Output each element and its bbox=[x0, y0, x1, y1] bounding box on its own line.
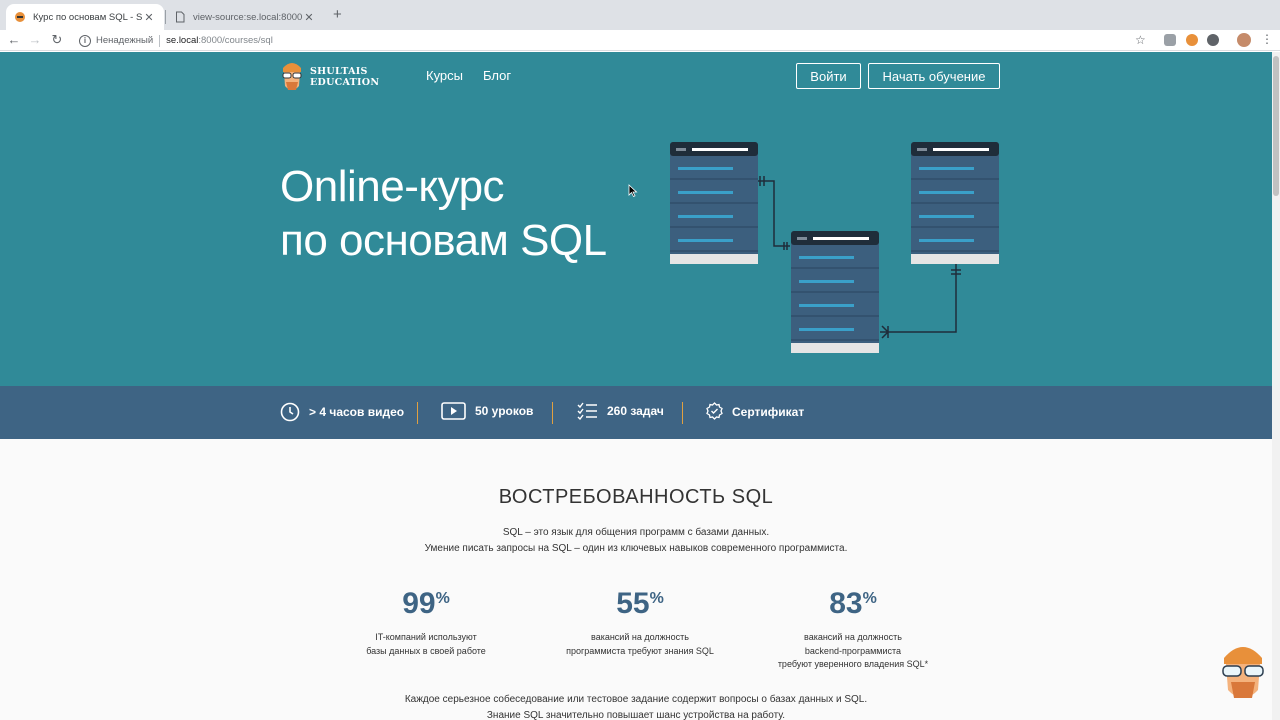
security-label: Ненадежный bbox=[96, 35, 154, 46]
chat-mascot-icon[interactable] bbox=[1218, 640, 1268, 708]
mouse-cursor-icon bbox=[628, 184, 638, 198]
section-description-line-1: SQL – это язык для общения программ с ба… bbox=[502, 527, 770, 538]
cookie-extension-icon[interactable] bbox=[1186, 34, 1198, 46]
stat-lessons: 50 уроков bbox=[441, 402, 533, 420]
sql-demand-section: ВОСТРЕБОВАННОСТЬ SQL SQL – это язык для … bbox=[0, 439, 1272, 720]
tab-title: Курс по основам SQL - Shultais Education bbox=[33, 11, 142, 23]
forward-icon[interactable]: → bbox=[27, 32, 43, 48]
stat-label: > 4 часов видео bbox=[309, 405, 405, 419]
figure-value: 99 bbox=[402, 587, 436, 620]
profile-avatar[interactable] bbox=[1237, 33, 1251, 47]
stat-figure-1: 99% bbox=[326, 587, 526, 621]
stat-divider bbox=[552, 402, 553, 424]
tab-view-source[interactable]: view-source:se.local:8000/courses/sql ✕ bbox=[166, 4, 324, 30]
close-tab-icon[interactable]: ✕ bbox=[142, 11, 156, 24]
scrollbar-thumb[interactable] bbox=[1273, 56, 1279, 196]
url-host: se.local bbox=[166, 35, 199, 46]
stat-divider bbox=[417, 402, 418, 424]
stat-figure-2-caption: вакансий на должность программиста требу… bbox=[530, 631, 750, 658]
db-table-2 bbox=[791, 231, 879, 353]
section-footer-text: Каждое серьезное собеседование или тесто… bbox=[0, 692, 1272, 720]
db-table-3 bbox=[911, 142, 999, 264]
caption-line: требуют уверенного владения SQL* bbox=[777, 659, 929, 669]
mascot-logo-icon bbox=[282, 63, 302, 90]
new-tab-icon[interactable]: + bbox=[333, 7, 342, 22]
caption-line: базы данных в своей работе bbox=[366, 645, 486, 656]
stat-label: 50 уроков bbox=[475, 404, 534, 418]
page-viewport: SHULTAIS EDUCATION Курсы Блог Войти Нача… bbox=[0, 52, 1272, 720]
stat-tasks: 260 задач bbox=[577, 402, 664, 420]
figure-value: 55 bbox=[616, 587, 650, 620]
address-bar[interactable]: i Ненадежный se.local:8000/courses/sql bbox=[70, 31, 1156, 50]
footer-line-2: Знание SQL значительно повышает шанс уст… bbox=[486, 710, 786, 720]
reload-icon[interactable]: ↻ bbox=[49, 32, 65, 48]
figure-unit: % bbox=[862, 590, 877, 607]
logo-text: SHULTAIS EDUCATION bbox=[310, 66, 379, 88]
stat-label: 260 задач bbox=[607, 404, 664, 418]
browser-toolbar: ← → ↻ i Ненадежный se.local:8000/courses… bbox=[0, 30, 1280, 51]
document-icon bbox=[176, 11, 185, 23]
caption-line: программиста требуют знания SQL bbox=[566, 645, 714, 656]
section-title: ВОСТРЕБОВАННОСТЬ SQL bbox=[498, 486, 774, 508]
nav-courses[interactable]: Курсы bbox=[426, 68, 463, 83]
caption-line: backend-программиста bbox=[804, 645, 902, 656]
address-divider bbox=[159, 34, 161, 47]
page-scrollbar[interactable] bbox=[1272, 52, 1280, 720]
site-favicon-icon bbox=[15, 12, 25, 22]
hero-title-line-2: по основам SQL bbox=[280, 216, 607, 265]
start-learning-button[interactable]: Начать обучение bbox=[868, 63, 1000, 89]
figure-unit: % bbox=[649, 590, 664, 607]
section-description-line-2: Умение писать запросы на SQL – один из к… bbox=[424, 543, 848, 554]
hero-title-line-1: Online-курс bbox=[280, 162, 505, 211]
footer-line-1: Каждое серьезное собеседование или тесто… bbox=[404, 694, 868, 705]
certificate-icon bbox=[706, 402, 723, 420]
stat-video-hours: > 4 часов видео bbox=[280, 402, 404, 422]
stat-figure-3: 83% bbox=[753, 587, 953, 621]
stat-figure-1-caption: IT-компаний используют базы данных в сво… bbox=[316, 631, 536, 658]
logo-line-2: EDUCATION bbox=[310, 77, 380, 88]
login-button[interactable]: Войти bbox=[796, 63, 861, 89]
info-icon[interactable]: i bbox=[79, 34, 91, 47]
caption-line: вакансий на должность bbox=[591, 632, 689, 642]
back-icon[interactable]: ← bbox=[6, 32, 22, 48]
tab-course-sql[interactable]: Курс по основам SQL - Shultais Education… bbox=[6, 4, 164, 30]
checklist-icon bbox=[577, 402, 597, 420]
database-tables-illustration bbox=[670, 142, 999, 353]
url-path: :8000/courses/sql bbox=[198, 35, 273, 46]
figure-value: 83 bbox=[829, 587, 863, 620]
nav-blog[interactable]: Блог bbox=[483, 68, 511, 83]
site-logo[interactable]: SHULTAIS EDUCATION bbox=[280, 60, 379, 94]
stat-label: Сертификат bbox=[732, 405, 805, 419]
stat-certificate: Сертификат bbox=[706, 402, 804, 422]
camera-extension-icon[interactable] bbox=[1164, 34, 1176, 46]
stat-figure-3-caption: вакансий на должность backend-программис… bbox=[743, 631, 963, 672]
clock-icon bbox=[280, 402, 300, 422]
vpn-extension-icon[interactable] bbox=[1207, 34, 1219, 46]
browser-tab-bar: Курс по основам SQL - Shultais Education… bbox=[0, 0, 1280, 30]
figure-unit: % bbox=[435, 590, 450, 607]
db-table-1 bbox=[670, 142, 758, 264]
stat-divider bbox=[682, 402, 683, 424]
bookmark-star-icon[interactable]: ☆ bbox=[1135, 33, 1146, 47]
caption-line: вакансий на должность bbox=[804, 632, 902, 642]
logo-line-1: SHULTAIS bbox=[310, 66, 368, 77]
stat-figure-2: 55% bbox=[540, 587, 740, 621]
course-stats-bar: > 4 часов видео 50 уроков 260 задач Серт… bbox=[0, 386, 1272, 439]
tab-title: view-source:se.local:8000/courses/sql bbox=[193, 11, 302, 23]
browser-menu-icon[interactable]: ⋮ bbox=[1261, 32, 1273, 46]
video-icon bbox=[441, 402, 466, 420]
hero-section: SHULTAIS EDUCATION Курсы Блог Войти Нача… bbox=[0, 52, 1272, 386]
hero-title: Online-курс по основам SQL bbox=[280, 160, 607, 268]
caption-line: IT-компаний используют bbox=[375, 632, 477, 642]
close-tab-icon[interactable]: ✕ bbox=[302, 11, 316, 24]
